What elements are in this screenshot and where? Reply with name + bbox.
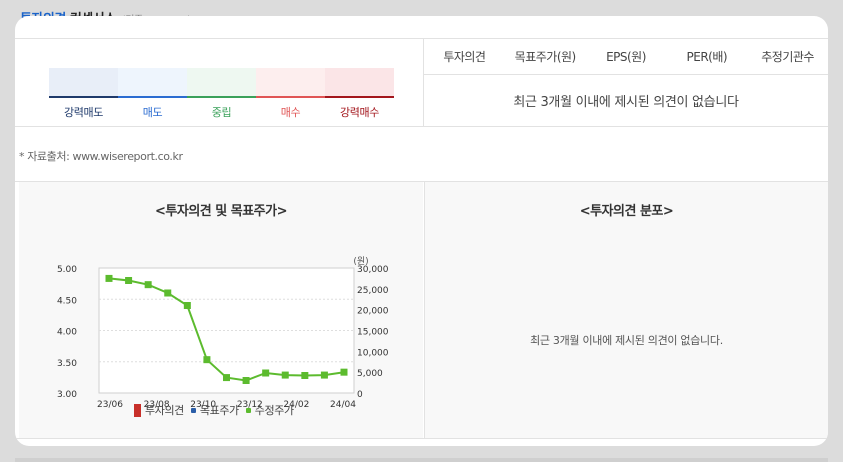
y-right-tick-label: 25,000 [357, 286, 389, 296]
gauge-cell [118, 68, 187, 98]
adjusted-price-point [144, 281, 152, 289]
adjusted-price-point [262, 369, 270, 377]
gauge-cell [325, 68, 394, 98]
gauge-label: 매도 [142, 106, 163, 119]
legend-item: 목표주가 [190, 402, 239, 418]
y-right-unit: (원) [353, 256, 368, 267]
opinion-distribution-panel: <투자의견 분포> 최근 3개월 이내에 제시된 의견이 없습니다. [425, 182, 828, 438]
distribution-title: <투자의견 분포> [579, 204, 674, 219]
y-right-tick-label: 0 [357, 390, 363, 400]
source-note: * 자료출처: www.wisereport.co.kr [19, 150, 183, 163]
adjusted-price-point [203, 356, 211, 364]
consensus-empty-message: 최근 3개월 이내에 제시된 의견이 없습니다 [513, 95, 739, 110]
consensus-column-header: 투자의견 [443, 49, 486, 64]
consensus-card: 강력매도 매도 중립 매수 강력매수 투자의견 목표주가(원) EPS(원) PER(배) 추정… [15, 16, 828, 446]
consensus-column-header: 목표주가(원) [514, 49, 577, 64]
consensus-table-header: 투자의견 목표주가(원) EPS(원) PER(배) 추정기관수 [424, 38, 828, 75]
legend-label: 수정주가 [254, 404, 294, 417]
adjusted-price-point [340, 368, 348, 376]
y-right-tick-label: 10,000 [357, 348, 389, 358]
legend-swatch [245, 407, 251, 413]
gauge-label: 강력매수 [340, 106, 379, 119]
opinion-target-chart: 5.004.504.003.503.0030,00025,00020,00015… [57, 256, 389, 410]
adjusted-price-point [183, 302, 191, 309]
distribution-empty-message: 최근 3개월 이내에 제시된 의견이 없습니다. [530, 334, 723, 347]
y-right-tick-label: 5,000 [357, 369, 383, 379]
chart-legend: 투자의견 목표주가 수정주가 [134, 402, 298, 418]
gauge-cell [49, 68, 118, 98]
divider-mid [15, 126, 828, 127]
gauge-label: 강력매도 [64, 106, 103, 119]
consensus-table: 투자의견 목표주가(원) EPS(원) PER(배) 추정기관수 최근 3개월 이내에 … [424, 38, 828, 126]
gauge-label: 매수 [280, 106, 301, 119]
gauge-label: 중립 [211, 106, 232, 119]
divider-bottom [15, 438, 828, 439]
x-tick-label: 24/04 [330, 400, 356, 410]
y-left-tick-label: 5.00 [57, 265, 77, 275]
opinion-gauge: 강력매도 매도 중립 매수 강력매수 [19, 38, 423, 126]
adjusted-price-point [242, 377, 250, 384]
y-left-tick-label: 3.50 [57, 359, 77, 369]
adjusted-price-point [223, 374, 230, 382]
adjusted-price-point [105, 274, 113, 282]
adjusted-price-point [281, 371, 289, 379]
consensus-column-header: EPS(원) [606, 49, 646, 64]
consensus-column-header: PER(배) [686, 49, 728, 64]
legend-item: 투자의견 [134, 402, 184, 418]
bottom-strip [15, 458, 828, 462]
opinion-target-chart-panel: <투자의견 및 목표주가> 5.00 4.50 4.00 3.50 3.00 30,000… [19, 182, 423, 438]
y-left-tick-label: 4.00 [57, 328, 77, 338]
consensus-column-header: 추정기관수 [761, 49, 814, 64]
legend-swatch [134, 403, 141, 417]
legend-label: 목표주가 [199, 404, 239, 417]
adjusted-price-point [164, 289, 172, 297]
y-right-tick-label: 20,000 [357, 307, 389, 317]
y-left-tick-label: 4.50 [57, 296, 77, 306]
legend-label: 투자의견 [145, 404, 184, 417]
adjusted-price-point [320, 371, 328, 379]
x-tick-label: 23/06 [97, 400, 123, 410]
y-right-tick-label: 15,000 [357, 328, 389, 338]
gauge-cell [256, 68, 325, 98]
gauge-cell [187, 68, 256, 98]
adjusted-price-point [301, 372, 309, 379]
y-left-tick-label: 3.00 [57, 390, 77, 400]
legend-item: 수정주가 [245, 402, 294, 418]
legend-swatch [190, 407, 196, 413]
adjusted-price-point [125, 277, 133, 284]
